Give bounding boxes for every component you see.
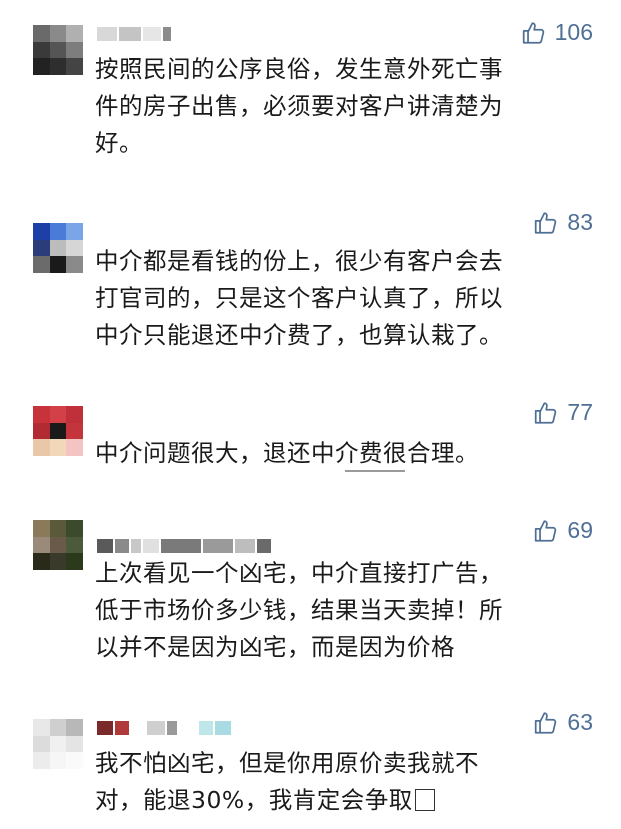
username-blurred[interactable] [97,25,171,43]
like-button[interactable]: 106 [521,19,593,46]
like-count: 77 [567,399,593,425]
avatar[interactable] [33,223,83,273]
like-count: 106 [554,19,593,45]
unknown-glyph-box [414,789,435,811]
comment-text: 我不怕凶宅，但是你用原价卖我就不 对，能退30%，我肯定会争取 [95,749,479,814]
like-button[interactable]: 69 [533,517,593,544]
like-count: 83 [567,209,593,235]
like-button[interactable]: 63 [533,709,593,736]
comment-text: 中介都是看钱的份上，很少有客户会去 打官司的，只是这个客户认真了，所以 中介只能… [95,247,503,349]
comment-text: 中介问题很大，退还中介费很合理。 [95,439,479,467]
avatar[interactable] [33,520,83,570]
like-count: 69 [567,517,593,543]
username-blurred[interactable] [97,719,231,737]
like-count: 63 [567,709,593,735]
username-blurred[interactable] [97,537,271,555]
comment-text: 按照民间的公序良俗，发生意外死亡事 件的房子出售，必须要对客户讲清楚为 好。 [95,55,503,157]
avatar[interactable] [33,719,83,769]
thumbs-up-icon [535,711,557,734]
like-button[interactable]: 77 [533,399,593,426]
avatar[interactable] [33,406,83,456]
comment-text: 上次看见一个凶宅，中介直接打广告， 低于市场价多少钱，结果当天卖掉！所 以并不是… [95,559,503,661]
thumbs-up-icon [535,519,557,542]
like-button[interactable]: 83 [533,209,593,236]
thumbs-up-icon [522,21,544,44]
text-underline [345,470,405,472]
avatar[interactable] [33,25,83,75]
thumbs-up-icon [535,401,557,424]
thumbs-up-icon [535,211,557,234]
